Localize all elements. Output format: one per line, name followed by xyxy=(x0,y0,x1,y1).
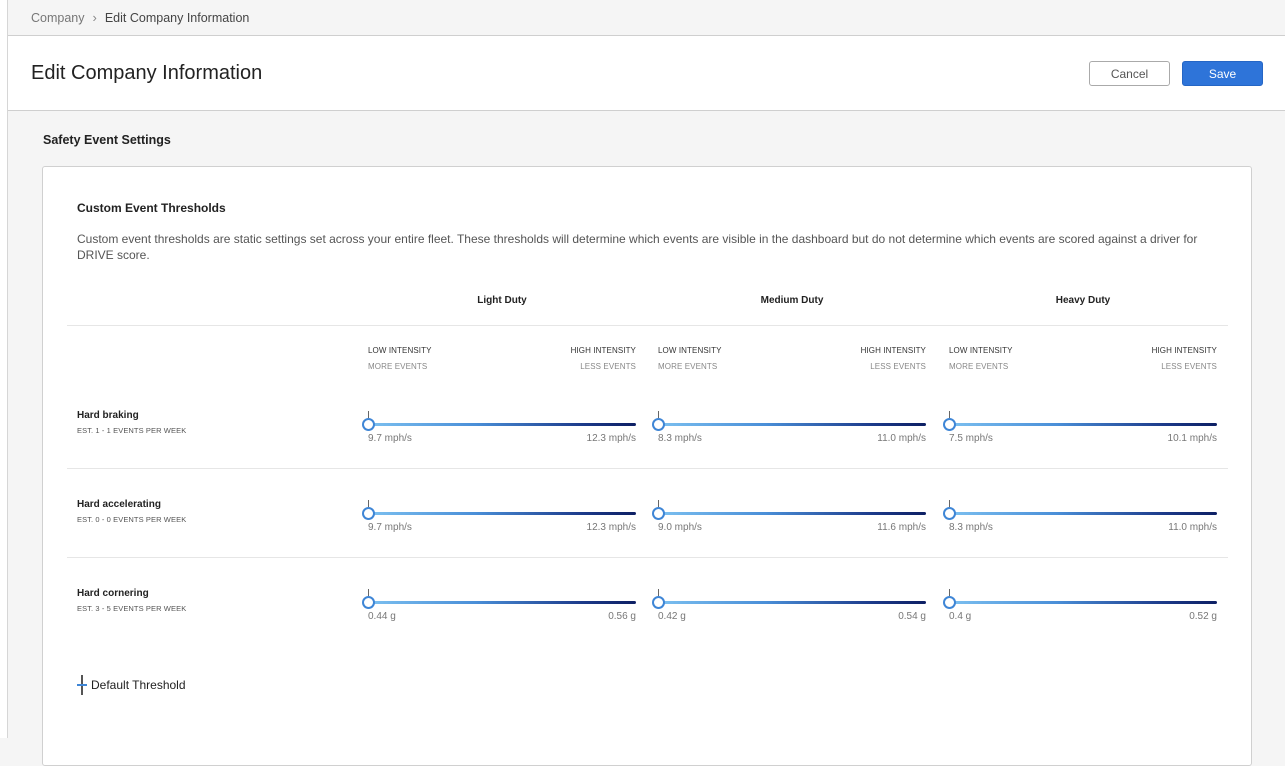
default-threshold-tick xyxy=(368,500,369,507)
slider-handle-hard-accelerating-light-duty[interactable] xyxy=(362,507,375,520)
column-header-light-duty: Light Duty xyxy=(477,295,527,306)
slider-max-value: 12.3 mph/s xyxy=(586,522,636,533)
default-threshold-tick xyxy=(949,500,950,507)
slider-max-value: 0.52 g xyxy=(1189,611,1217,622)
slider-max-value: 0.54 g xyxy=(898,611,926,622)
save-button[interactable]: Save xyxy=(1182,61,1263,86)
slider-handle-hard-accelerating-heavy-duty[interactable] xyxy=(943,507,956,520)
less-events-label-heavy-duty: LESS EVENTS xyxy=(1161,362,1217,371)
high-intensity-label-light-duty: HIGH INTENSITY xyxy=(570,346,636,355)
page-title: Edit Company Information xyxy=(31,62,263,84)
thresholds-card: Custom Event Thresholds Custom event thr… xyxy=(42,166,1252,766)
slider-track-hard-braking-heavy-duty[interactable] xyxy=(949,423,1217,426)
left-rail xyxy=(0,0,8,738)
slider-max-value: 11.0 mph/s xyxy=(1168,522,1217,533)
slider-max-value: 11.6 mph/s xyxy=(877,522,926,533)
row-estimate-hard-accelerating: EST. 0 - 0 EVENTS PER WEEK xyxy=(77,515,187,524)
slider-track-hard-braking-light-duty[interactable] xyxy=(368,423,636,426)
row-name-hard-braking: Hard braking xyxy=(77,410,139,421)
slider-handle-hard-cornering-heavy-duty[interactable] xyxy=(943,596,956,609)
slider-track-hard-cornering-heavy-duty[interactable] xyxy=(949,601,1217,604)
default-threshold-icon xyxy=(77,675,87,695)
default-threshold-tick xyxy=(368,589,369,596)
less-events-label-medium-duty: LESS EVENTS xyxy=(870,362,926,371)
slider-handle-hard-braking-heavy-duty[interactable] xyxy=(943,418,956,431)
slider-max-value: 11.0 mph/s xyxy=(877,433,926,444)
slider-handle-hard-braking-light-duty[interactable] xyxy=(362,418,375,431)
default-threshold-tick xyxy=(658,500,659,507)
default-threshold-tick xyxy=(368,411,369,418)
card-title: Custom Event Thresholds xyxy=(77,201,226,215)
row-estimate-hard-cornering: EST. 3 - 5 EVENTS PER WEEK xyxy=(77,604,187,613)
slider-track-hard-cornering-medium-duty[interactable] xyxy=(658,601,926,604)
high-intensity-label-medium-duty: HIGH INTENSITY xyxy=(860,346,926,355)
slider-max-value: 12.3 mph/s xyxy=(586,433,636,444)
default-threshold-tick xyxy=(949,589,950,596)
slider-max-value: 10.1 mph/s xyxy=(1167,433,1217,444)
slider-handle-hard-cornering-light-duty[interactable] xyxy=(362,596,375,609)
slider-max-value: 0.56 g xyxy=(608,611,636,622)
breadcrumb-company-link[interactable]: Company xyxy=(31,11,85,25)
less-events-label-light-duty: LESS EVENTS xyxy=(580,362,636,371)
slider-track-hard-accelerating-medium-duty[interactable] xyxy=(658,512,926,515)
card-description: Custom event thresholds are static setti… xyxy=(77,232,1198,262)
slider-track-hard-braking-medium-duty[interactable] xyxy=(658,423,926,426)
slider-track-hard-accelerating-heavy-duty[interactable] xyxy=(949,512,1217,515)
default-threshold-tick xyxy=(658,411,659,418)
breadcrumb: Company › Edit Company Information xyxy=(8,0,1285,36)
row-name-hard-accelerating: Hard accelerating xyxy=(77,499,161,510)
slider-handle-hard-cornering-medium-duty[interactable] xyxy=(652,596,665,609)
high-intensity-label-heavy-duty: HIGH INTENSITY xyxy=(1151,346,1217,355)
header-divider xyxy=(67,325,1228,326)
slider-track-hard-cornering-light-duty[interactable] xyxy=(368,601,636,604)
cancel-button[interactable]: Cancel xyxy=(1089,61,1170,86)
column-header-heavy-duty: Heavy Duty xyxy=(1055,295,1111,306)
page-header: Edit Company Information Cancel Save xyxy=(8,36,1285,111)
row-divider xyxy=(67,557,1228,558)
legend: Default Threshold xyxy=(77,675,186,695)
row-name-hard-cornering: Hard cornering xyxy=(77,588,149,599)
row-divider xyxy=(67,468,1228,469)
slider-handle-hard-accelerating-medium-duty[interactable] xyxy=(652,507,665,520)
row-estimate-hard-braking: EST. 1 - 1 EVENTS PER WEEK xyxy=(77,426,187,435)
column-header-medium-duty: Medium Duty xyxy=(760,295,824,306)
default-threshold-tick xyxy=(658,589,659,596)
section-title: Safety Event Settings xyxy=(43,133,171,147)
breadcrumb-current: Edit Company Information xyxy=(104,10,250,25)
chevron-right-icon: › xyxy=(92,10,97,25)
slider-handle-hard-braking-medium-duty[interactable] xyxy=(652,418,665,431)
legend-label: Default Threshold xyxy=(91,678,186,692)
default-threshold-tick xyxy=(949,411,950,418)
slider-track-hard-accelerating-light-duty[interactable] xyxy=(368,512,636,515)
